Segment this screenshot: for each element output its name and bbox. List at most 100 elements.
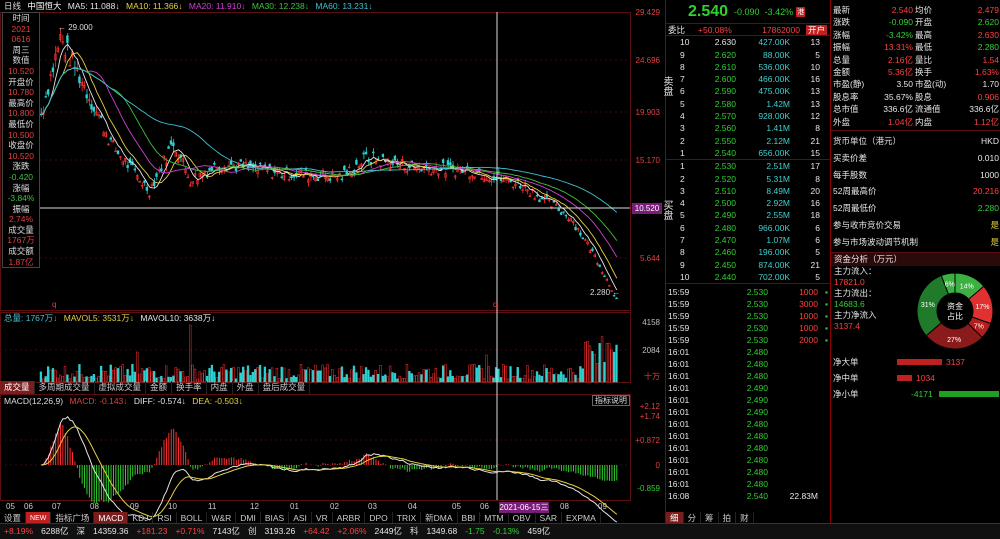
stat-row: 市盈(静) 3.50 市盈(动) 1.70 xyxy=(833,79,999,90)
volume-bar xyxy=(51,368,55,383)
tooltip-value: 2.74% xyxy=(8,214,34,225)
tick-row: 15:59 2.530 2000 ▪ xyxy=(668,335,828,346)
tick-row: 16:01 2.480 xyxy=(668,455,768,466)
volume-bar xyxy=(449,370,452,383)
volume-bar xyxy=(509,366,512,383)
volume-bar xyxy=(401,378,404,383)
asks-row: 5 2.580 1.42M 13 xyxy=(680,98,820,109)
volume-tab[interactable]: 金额 xyxy=(146,381,173,394)
tick-row: 15:59 2.530 1000 ▪ xyxy=(668,311,828,322)
index-value: 2449亿 xyxy=(374,526,402,536)
tick-list[interactable]: 15:59 2.530 1000 ▪ 15:59 2.530 3000 ▪ 15:59 2.530… xyxy=(666,284,830,502)
flow-row: 净小单 -4171 xyxy=(831,386,1000,402)
volume-bar xyxy=(256,367,259,383)
volume-bar xyxy=(538,374,541,383)
price-axis-label: 15.170 xyxy=(635,156,660,165)
volume-bar xyxy=(384,374,387,383)
info-row: 参与市场波动调节机制是 xyxy=(833,236,999,247)
candle-body xyxy=(581,237,584,240)
sell-arrow: ▪ xyxy=(824,335,828,346)
donut-center-label: 资金 xyxy=(947,301,963,311)
volume-indicator-tabs[interactable]: 成交量 多周期成交量 虚拟成交量 金额 换手率 内盘 外盘 盘后成交量 xyxy=(0,381,311,394)
net-flow-bars: 净大单 3137 净中单 1034 净小单 -4171 xyxy=(831,354,1000,402)
volume-bar xyxy=(562,374,565,383)
tooltip-label: 收盘价 xyxy=(8,140,34,151)
month-label: 05 xyxy=(6,502,15,511)
candle-body xyxy=(152,181,156,187)
macd-axis-label: 0 xyxy=(655,461,660,470)
tick-row: 16:08 2.540 22.83M xyxy=(668,491,818,502)
asks-row: 7 2.600 466.00K 16 xyxy=(680,74,820,85)
volume-bar xyxy=(453,377,457,383)
volume-tab[interactable]: 虚拟成交量 xyxy=(95,381,147,394)
volume-bar xyxy=(350,369,353,383)
volume-bar xyxy=(164,365,168,383)
candle-body xyxy=(210,166,214,171)
volume-bar xyxy=(504,365,507,383)
candle-body xyxy=(133,168,137,171)
candle-body xyxy=(362,152,365,155)
volume-bar xyxy=(121,364,124,383)
volume-bar xyxy=(210,364,214,383)
candle-body xyxy=(615,297,618,300)
bids-row: 3 2.510 8.49M 20 xyxy=(680,185,820,196)
indicator-help-button[interactable]: 指标说明 xyxy=(592,395,630,406)
volume-bar xyxy=(148,367,151,383)
volume-bar xyxy=(331,369,334,383)
volume-bar xyxy=(381,375,385,383)
volume-tab[interactable]: 多周期成交量 xyxy=(35,381,95,394)
fund-analysis: 资金分析（万元） 主力流入： 17821.0 主力流出： 14683.6 主力净… xyxy=(831,252,1000,352)
volume-bar xyxy=(586,341,589,383)
kline-chart-panel[interactable]: 日线 中国恒大 MA5: 11.088↓ MA10: 11.366↓ MA20:… xyxy=(0,0,665,525)
volume-tab[interactable]: 盘后成交量 xyxy=(259,381,311,394)
volume-tab[interactable]: 内盘 xyxy=(207,381,233,394)
volume-bar xyxy=(598,343,601,383)
volume-bar xyxy=(557,374,560,383)
volume-bar xyxy=(502,364,505,383)
tick-row: 16:01 2.480 xyxy=(668,419,768,430)
stat-row: 涨幅 -3.42% 最高 2.630 xyxy=(833,29,999,40)
bids-row: 10 2.440 702.00K 5 xyxy=(680,271,820,282)
volume-bar xyxy=(314,364,317,383)
volume-bar xyxy=(379,365,382,383)
donut-slice-label: 7% xyxy=(974,324,984,331)
open-account-button[interactable]: 开户 xyxy=(806,25,828,35)
candle-body xyxy=(51,67,55,72)
last-price: 2.540 xyxy=(688,2,729,20)
price-axis-label: 19.903 xyxy=(635,108,660,117)
index-value: 创 xyxy=(247,526,257,536)
asks-row: 6 2.590 475.00K 13 xyxy=(680,86,820,97)
index-value: 7143亿 xyxy=(212,526,240,536)
volume-bar xyxy=(612,351,616,383)
volume-bar xyxy=(615,344,618,383)
volume-bar xyxy=(600,336,604,383)
kline-chart-svg[interactable] xyxy=(0,0,665,523)
volume-tab[interactable]: 成交量 xyxy=(0,381,35,394)
asks-row: 2 2.550 2.12M 21 xyxy=(680,135,820,146)
month-label: 08 xyxy=(560,502,569,511)
tick-row: 16:01 2.480 xyxy=(668,431,768,442)
stat-row: 振幅 13.31% 最低 2.280 xyxy=(833,42,999,53)
bid-book: 买盘 1 2.530 2.51M 17 2 2.520 5.31M 8 3 2.510 8.49M 2… xyxy=(661,160,830,285)
volume-bar xyxy=(514,376,517,383)
volume-bar xyxy=(321,364,324,383)
volume-tab[interactable]: 换手率 xyxy=(172,381,207,394)
volume-tab[interactable]: 外盘 xyxy=(233,381,259,394)
volume-bar xyxy=(523,375,527,383)
volume-bar xyxy=(343,377,346,383)
volume-bar xyxy=(208,368,211,383)
price-change: -0.090 xyxy=(734,6,760,17)
volume-bar xyxy=(246,365,250,383)
volume-bar xyxy=(531,370,534,383)
asks-row: 4 2.570 928.00K 12 xyxy=(680,111,820,122)
month-label: 01 xyxy=(290,502,299,511)
donut-slice-label: 31% xyxy=(921,303,935,310)
candle-body xyxy=(116,150,120,155)
volume-bar xyxy=(335,377,339,383)
ma60-value: MA60: 13.231↓ xyxy=(315,1,373,11)
info-row: 每手股数 1000 xyxy=(833,169,999,180)
volume-bar xyxy=(427,368,430,383)
volume-bar xyxy=(610,349,613,383)
volume-bar xyxy=(458,376,462,383)
bids-row: 4 2.500 2.92M 16 xyxy=(680,198,820,209)
